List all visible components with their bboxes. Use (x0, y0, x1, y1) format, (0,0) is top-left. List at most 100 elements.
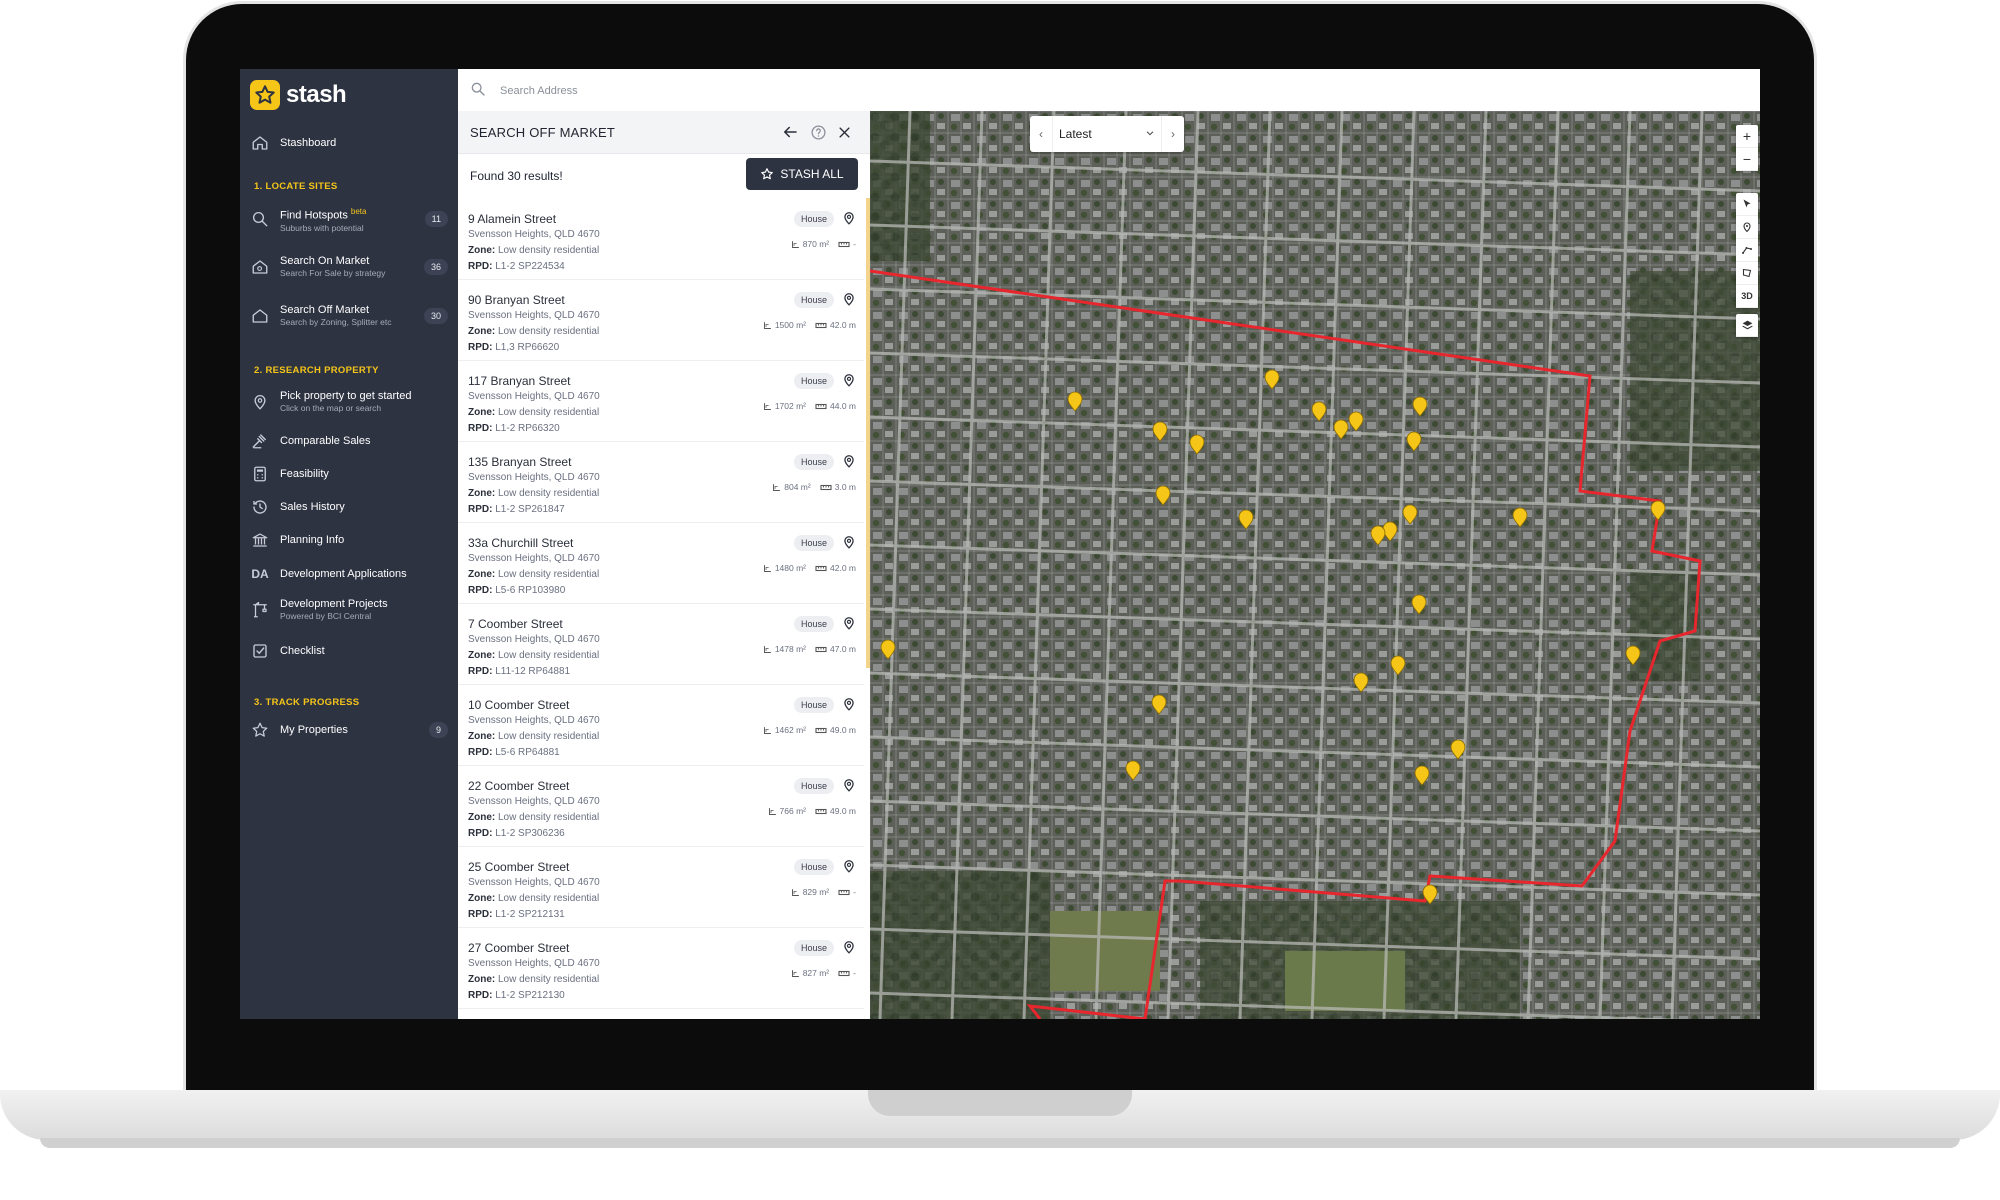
stash-all-button[interactable]: STASH ALL (746, 158, 858, 190)
frontage-icon (815, 403, 827, 409)
sidebar-item-planning-info[interactable]: Planning Info (250, 530, 450, 550)
results-count: Found 30 results! (470, 169, 563, 183)
property-type-badge: House (793, 535, 834, 551)
result-address[interactable]: 33a Churchill Street (468, 536, 573, 550)
result-row[interactable]: 22 Coomber Street Svensson Heights, QLD 4… (458, 765, 864, 847)
marker-tool-icon[interactable] (1736, 216, 1758, 239)
back-arrow-icon[interactable] (780, 122, 800, 142)
result-zone: Zone: Low density residential (468, 326, 599, 337)
result-row[interactable]: 27 Coomber Street Svensson Heights, QLD 4… (458, 927, 864, 1009)
location-pin-icon[interactable] (842, 939, 856, 960)
layers-icon[interactable] (1736, 314, 1758, 337)
section-title-track: 3. TRACK PROGRESS (254, 697, 360, 708)
location-pin-icon[interactable] (842, 696, 856, 717)
result-row[interactable]: 90 Branyan Street Svensson Heights, QLD 4… (458, 279, 864, 361)
zone-label: Zone: (468, 407, 496, 418)
count-badge: 30 (423, 307, 448, 324)
map-view[interactable]: ‹ Latest › + − 3D (870, 111, 1760, 1019)
sidebar-item-my-properties[interactable]: My Properties 9 (250, 720, 450, 740)
polygon-tool-icon[interactable] (1736, 262, 1758, 285)
result-row[interactable]: 10 Coomber Street Svensson Heights, QLD 4… (458, 684, 864, 766)
sidebar-item-comparable-sales[interactable]: Comparable Sales (250, 431, 450, 451)
sidebar-item-search-on-market[interactable]: Search On Market Search For Sale by stra… (250, 254, 450, 279)
chevron-left-icon[interactable]: ‹ (1030, 116, 1052, 152)
sidebar-item-label: Comparable Sales (280, 435, 371, 447)
location-pin-icon[interactable] (842, 291, 856, 312)
sidebar-item-development-applications[interactable]: DA Development Applications (250, 564, 450, 584)
sidebar-item-development-projects[interactable]: Development Projects Powered by BCI Cent… (250, 597, 450, 622)
sidebar-item-subtitle: Search For Sale by strategy (280, 268, 386, 278)
land-area-icon (763, 402, 771, 410)
sidebar-item-pick-property[interactable]: Pick property to get started Click on th… (250, 389, 450, 414)
checkbox-icon (250, 641, 270, 661)
result-row[interactable]: 135 Branyan Street Svensson Heights, QLD … (458, 441, 864, 523)
result-row[interactable]: 117 Branyan Street Svensson Heights, QLD … (458, 360, 864, 442)
zoom-in-button[interactable]: + (1736, 125, 1758, 148)
frontage: - (853, 968, 856, 978)
zone-value: Low density residential (498, 731, 600, 742)
result-dimensions: 1702 m² 44.0 m (763, 401, 856, 411)
sidebar-item-stashboard[interactable]: Stashboard (250, 133, 450, 153)
result-dimensions: 870 m² - (791, 239, 856, 249)
location-pin-icon[interactable] (842, 372, 856, 393)
location-pin-icon[interactable] (842, 858, 856, 879)
search-icon (250, 209, 270, 229)
location-pin-icon[interactable] (842, 777, 856, 798)
building-icon (250, 530, 270, 550)
help-icon[interactable] (808, 122, 828, 142)
frontage: 42.0 m (830, 320, 856, 330)
sidebar-item-checklist[interactable]: Checklist (250, 641, 450, 661)
result-zone: Zone: Low density residential (468, 650, 599, 661)
imagery-date-select[interactable]: Latest (1052, 116, 1162, 152)
line-tool-icon[interactable] (1736, 239, 1758, 262)
result-row[interactable]: 7 Coomber Street Svensson Heights, QLD 46… (458, 603, 864, 685)
location-pin-icon[interactable] (842, 210, 856, 231)
frontage: - (853, 887, 856, 897)
location-pin-icon[interactable] (842, 453, 856, 474)
satellite-map[interactable] (870, 111, 1760, 1019)
result-address[interactable]: 22 Coomber Street (468, 779, 569, 793)
zone-label: Zone: (468, 488, 496, 499)
land-area-icon (791, 240, 799, 248)
result-address[interactable]: 117 Branyan Street (468, 374, 571, 388)
chevron-down-icon (1145, 127, 1155, 141)
home-icon (250, 133, 270, 153)
result-address[interactable]: 90 Branyan Street (468, 293, 565, 307)
search-address-input[interactable] (498, 77, 1102, 105)
sidebar-item-subtitle: Click on the map or search (280, 403, 382, 413)
result-address[interactable]: 135 Branyan Street (468, 455, 571, 469)
result-rpd: RPD: L1-2 SP212130 (468, 990, 565, 1001)
result-suburb: Svensson Heights, QLD 4670 (468, 310, 600, 321)
zoom-out-button[interactable]: − (1736, 148, 1758, 171)
rpd-label: RPD: (468, 423, 493, 434)
sidebar-item-feasibility[interactable]: Feasibility (250, 464, 450, 484)
gavel-icon (250, 431, 270, 451)
3d-toggle-button[interactable]: 3D (1736, 285, 1758, 308)
app-logo[interactable]: stash (250, 80, 347, 110)
zone-label: Zone: (468, 650, 496, 661)
pointer-tool-icon[interactable] (1736, 193, 1758, 216)
result-address[interactable]: 10 Coomber Street (468, 698, 569, 712)
location-pin-icon[interactable] (842, 615, 856, 636)
result-row[interactable]: 9 Alamein Street Svensson Heights, QLD 46… (458, 198, 864, 280)
sidebar-item-sales-history[interactable]: Sales History (250, 497, 450, 517)
result-rpd: RPD: L1-2 RP66320 (468, 423, 560, 434)
rpd-value: L1-2 SP212130 (495, 990, 565, 1001)
result-address[interactable]: 9 Alamein Street (468, 212, 556, 226)
results-list[interactable]: 9 Alamein Street Svensson Heights, QLD 46… (458, 198, 870, 1019)
result-row[interactable]: 33a Churchill Street Svensson Heights, QL… (458, 522, 864, 604)
close-icon[interactable] (834, 122, 854, 142)
sidebar-item-find-hotspots[interactable]: Find Hotspots beta Suburbs with potential… (250, 205, 450, 234)
sidebar-item-label: Search Off Market (280, 304, 370, 316)
location-pin-icon[interactable] (842, 534, 856, 555)
app-screen: stash Stashboard 1. LOCATE SITES Find Ho… (240, 69, 1760, 1019)
land-area: 766 m² (779, 806, 806, 816)
result-address[interactable]: 25 Coomber Street (468, 860, 569, 874)
result-dimensions: 1500 m² 42.0 m (763, 320, 856, 330)
chevron-right-icon[interactable]: › (1162, 116, 1184, 152)
zone-value: Low density residential (498, 650, 600, 661)
result-row[interactable]: 25 Coomber Street Svensson Heights, QLD 4… (458, 846, 864, 928)
result-address[interactable]: 27 Coomber Street (468, 941, 569, 955)
sidebar-item-search-off-market[interactable]: Search Off Market Search by Zoning, Spli… (250, 303, 450, 328)
result-address[interactable]: 7 Coomber Street (468, 617, 563, 631)
